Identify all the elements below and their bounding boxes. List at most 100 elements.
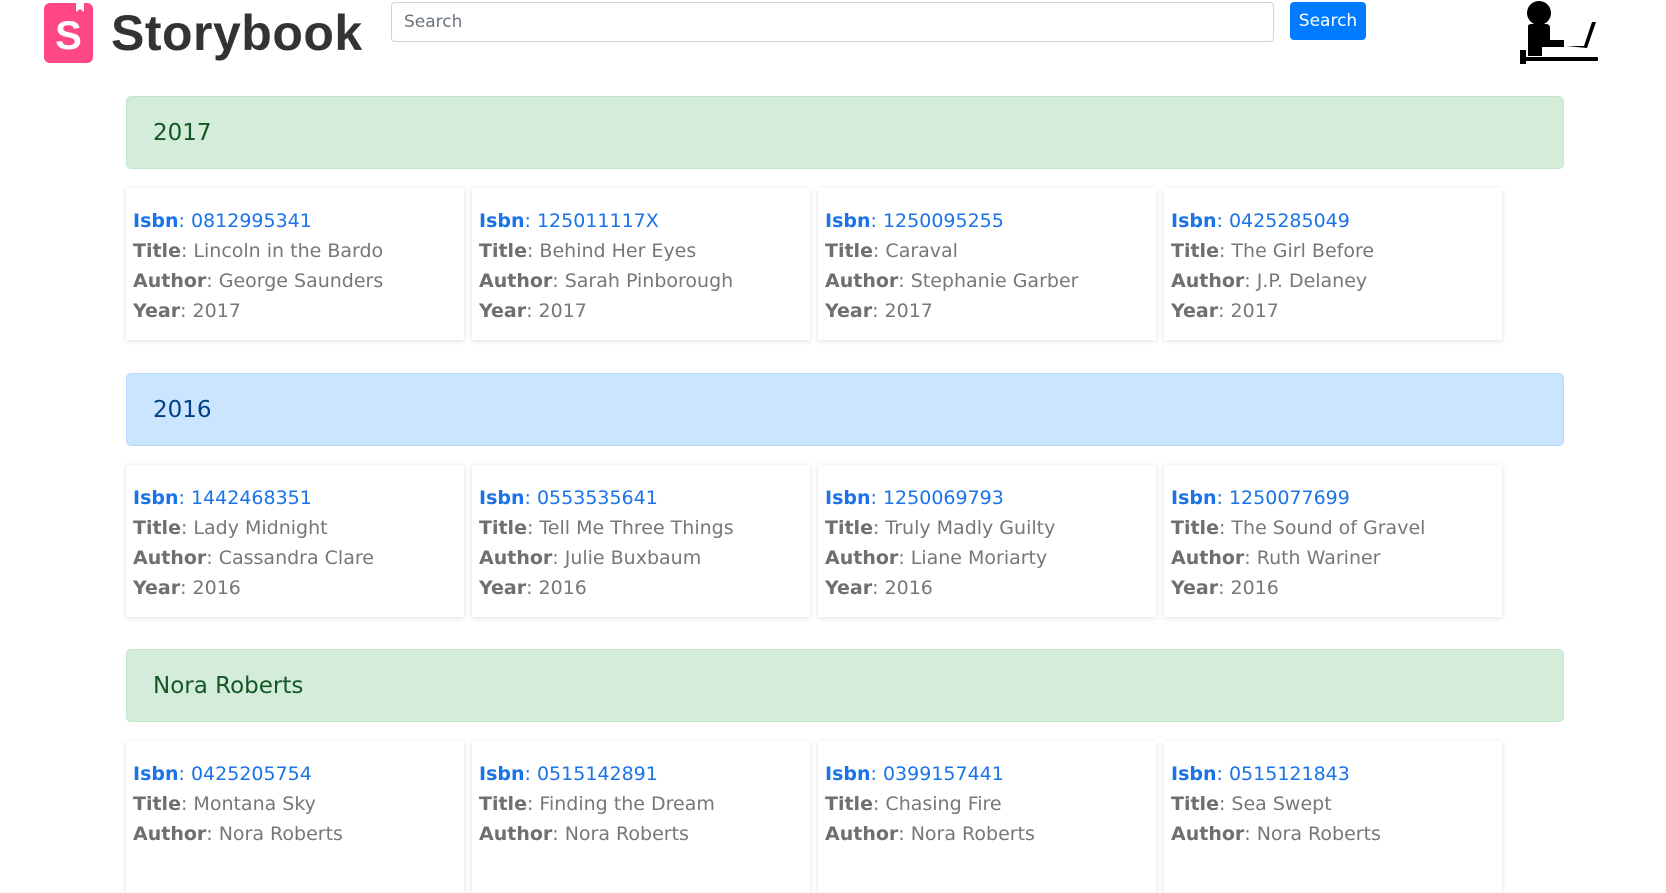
book-title-line: Title: Lady Midnight — [133, 517, 328, 539]
book-author-line: Author: Cassandra Clare — [133, 547, 374, 569]
book-card[interactable]: Isbn: 0812995341 Title: Lincoln in the Ba… — [126, 188, 464, 340]
book-card[interactable]: Isbn: 0399157441 Title: Chasing Fire Autho… — [818, 741, 1156, 893]
book-title-value: Montana Sky — [193, 793, 316, 815]
person-at-laptop-icon[interactable] — [1520, 0, 1600, 64]
storybook-logo-icon: S — [44, 2, 93, 63]
book-isbn-value[interactable]: 0812995341 — [191, 210, 312, 232]
book-title-value: Chasing Fire — [885, 793, 1002, 815]
book-title-line: Title: Truly Madly Guilty — [825, 517, 1056, 539]
book-card[interactable]: Isbn: 1250095255 Title: Caraval Author: St… — [818, 188, 1156, 340]
book-isbn-line[interactable]: Isbn: 0425285049 — [1171, 206, 1502, 236]
book-card[interactable]: Isbn: 0425205754 Title: Montana Sky Author… — [126, 741, 464, 893]
book-card[interactable]: Isbn: 125011117X Title: Behind Her Eyes Au… — [472, 188, 810, 340]
book-title-line: Title: Lincoln in the Bardo — [133, 240, 384, 262]
book-author-value: Julie Buxbaum — [564, 547, 702, 569]
book-title-value: Lincoln in the Bardo — [193, 240, 384, 262]
book-year-value: 2016 — [192, 577, 241, 599]
book-year-label: Year — [479, 577, 527, 599]
book-isbn-line[interactable]: Isbn: 0399157441 — [825, 759, 1156, 789]
book-title-value: The Girl Before — [1231, 240, 1375, 262]
book-author-label: Author — [825, 547, 899, 569]
book-isbn-value[interactable]: 0425285049 — [1229, 210, 1350, 232]
book-isbn-label: Isbn — [133, 487, 179, 509]
book-title-label: Title — [825, 793, 873, 815]
section-header: Nora Roberts — [126, 649, 1564, 722]
book-isbn-value[interactable]: 0399157441 — [883, 763, 1004, 785]
book-year-line: Year: 2016 — [1171, 577, 1279, 599]
book-author-line: Author: Nora Roberts — [825, 823, 1035, 845]
search-button[interactable]: Search — [1290, 2, 1366, 40]
book-author-value: Liane Moriarty — [910, 547, 1048, 569]
book-isbn-value[interactable]: 125011117X — [537, 210, 659, 232]
book-author-label: Author — [825, 823, 899, 845]
book-isbn-value[interactable]: 1442468351 — [191, 487, 312, 509]
bookmark-icon — [76, 2, 84, 12]
book-author-label: Author — [133, 823, 207, 845]
book-title-line: Title: Behind Her Eyes — [479, 240, 697, 262]
book-title-line: Title: Sea Swept — [1171, 793, 1332, 815]
book-title-label: Title — [1171, 793, 1219, 815]
book-isbn-value[interactable]: 0425205754 — [191, 763, 312, 785]
book-isbn-line[interactable]: Isbn: 0515142891 — [479, 759, 810, 789]
book-isbn-value[interactable]: 1250077699 — [1229, 487, 1350, 509]
book-isbn-line[interactable]: Isbn: 0812995341 — [133, 206, 464, 236]
section-header: 2017 — [126, 96, 1564, 169]
book-isbn-line[interactable]: Isbn: 125011117X — [479, 206, 810, 236]
book-title-label: Title — [1171, 240, 1219, 262]
book-year-value: 2017 — [1230, 300, 1279, 322]
book-title-line: Title: Tell Me Three Things — [479, 517, 734, 539]
book-card[interactable]: Isbn: 0515142891 Title: Finding the Dream… — [472, 741, 810, 893]
book-author-label: Author — [825, 270, 899, 292]
book-title-value: Lady Midnight — [193, 517, 328, 539]
book-author-label: Author — [133, 547, 207, 569]
book-isbn-line[interactable]: Isbn: 1250095255 — [825, 206, 1156, 236]
book-card[interactable]: Isbn: 1250077699 Title: The Sound of Grav… — [1164, 465, 1502, 617]
book-author-line: Author: Nora Roberts — [479, 823, 689, 845]
book-author-value: Nora Roberts — [910, 823, 1035, 845]
book-title-label: Title — [133, 517, 181, 539]
book-title-line: Title: The Sound of Gravel — [1171, 517, 1426, 539]
book-card[interactable]: Isbn: 0515121843 Title: Sea Swept Author: … — [1164, 741, 1502, 893]
storybook-logo[interactable]: S Storybook — [44, 2, 363, 63]
book-title-value: Caraval — [885, 240, 958, 262]
book-year-value: 2017 — [884, 300, 933, 322]
book-author-line: Author: Nora Roberts — [1171, 823, 1381, 845]
book-card[interactable]: Isbn: 0425285049 Title: The Girl Before Au… — [1164, 188, 1502, 340]
book-year-label: Year — [825, 577, 873, 599]
book-card[interactable]: Isbn: 1442468351 Title: Lady Midnight Auth… — [126, 465, 464, 617]
book-year-line: Year: 2016 — [825, 577, 933, 599]
book-isbn-line[interactable]: Isbn: 1250077699 — [1171, 483, 1502, 513]
book-title-label: Title — [479, 240, 527, 262]
book-year-line: Year: 2017 — [133, 300, 241, 322]
book-isbn-line[interactable]: Isbn: 1250069793 — [825, 483, 1156, 513]
book-isbn-label: Isbn — [1171, 487, 1217, 509]
book-title-line: Title: Chasing Fire — [825, 793, 1002, 815]
book-isbn-line[interactable]: Isbn: 0515121843 — [1171, 759, 1502, 789]
book-isbn-line[interactable]: Isbn: 1442468351 — [133, 483, 464, 513]
book-author-line: Author: Nora Roberts — [133, 823, 343, 845]
book-author-value: Ruth Wariner — [1256, 547, 1381, 569]
book-title-label: Title — [825, 240, 873, 262]
book-isbn-line[interactable]: Isbn: 0425205754 — [133, 759, 464, 789]
book-author-label: Author — [479, 270, 553, 292]
book-isbn-value[interactable]: 0515142891 — [537, 763, 658, 785]
book-isbn-line[interactable]: Isbn: 0553535641 — [479, 483, 810, 513]
logo-text: Storybook — [111, 5, 363, 61]
book-author-value: Nora Roberts — [218, 823, 343, 845]
logo-letter: S — [55, 13, 82, 58]
book-title-label: Title — [1171, 517, 1219, 539]
book-isbn-value[interactable]: 0553535641 — [537, 487, 658, 509]
book-author-value: George Saunders — [218, 270, 384, 292]
book-isbn-value[interactable]: 0515121843 — [1229, 763, 1350, 785]
search-input[interactable] — [391, 2, 1274, 42]
book-author-line: Author: George Saunders — [133, 270, 384, 292]
book-author-label: Author — [1171, 547, 1245, 569]
book-isbn-value[interactable]: 1250069793 — [883, 487, 1004, 509]
book-year-label: Year — [479, 300, 527, 322]
book-author-value: Sarah Pinborough — [564, 270, 734, 292]
book-title-value: Sea Swept — [1231, 793, 1332, 815]
book-isbn-value[interactable]: 1250095255 — [883, 210, 1004, 232]
book-author-value: Nora Roberts — [1256, 823, 1381, 845]
book-card[interactable]: Isbn: 0553535641 Title: Tell Me Three Thi… — [472, 465, 810, 617]
book-card[interactable]: Isbn: 1250069793 Title: Truly Madly Guilt… — [818, 465, 1156, 617]
